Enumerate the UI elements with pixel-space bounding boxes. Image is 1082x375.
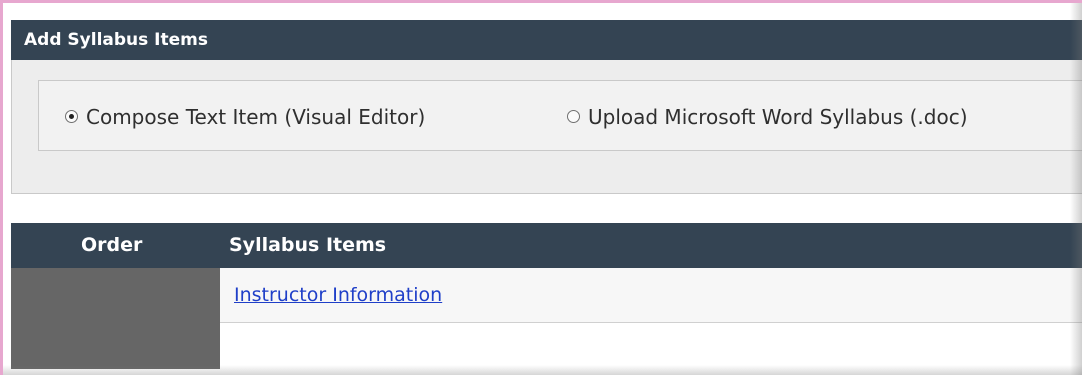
radio-unchecked-icon[interactable] (567, 110, 580, 123)
order-column-header: Order (81, 234, 143, 256)
order-cell (11, 268, 220, 369)
instructor-information-link[interactable]: Instructor Information (234, 268, 442, 323)
empty-row-space (220, 323, 1082, 369)
compose-text-item-label: Compose Text Item (Visual Editor) (86, 104, 426, 129)
screenshot-frame: Add Syllabus Items Compose Text Item (Vi… (0, 0, 1082, 375)
add-syllabus-items-panel: Compose Text Item (Visual Editor) Upload… (11, 60, 1082, 194)
item-type-options: Compose Text Item (Visual Editor) Upload… (38, 80, 1082, 151)
syllabus-items-column-header: Syllabus Items (229, 234, 387, 256)
compose-text-item-option[interactable]: Compose Text Item (Visual Editor) (65, 81, 425, 152)
frame-shadow-right (1070, 3, 1082, 375)
table-header-row: Order Syllabus Items (11, 223, 1082, 268)
frame-shadow-bottom (3, 365, 1082, 375)
upload-word-syllabus-option[interactable]: Upload Microsoft Word Syllabus (.doc) (567, 81, 968, 152)
syllabus-items-table: Order Syllabus Items Instructor Informat… (11, 223, 1082, 369)
radio-checked-icon[interactable] (65, 110, 78, 123)
add-syllabus-items-header: Add Syllabus Items (11, 20, 1082, 60)
upload-word-syllabus-label: Upload Microsoft Word Syllabus (.doc) (588, 104, 968, 129)
syllabus-item-cell: Instructor Information (220, 268, 1082, 323)
panel-title: Add Syllabus Items (24, 30, 208, 50)
table-row: Instructor Information (11, 268, 1082, 369)
